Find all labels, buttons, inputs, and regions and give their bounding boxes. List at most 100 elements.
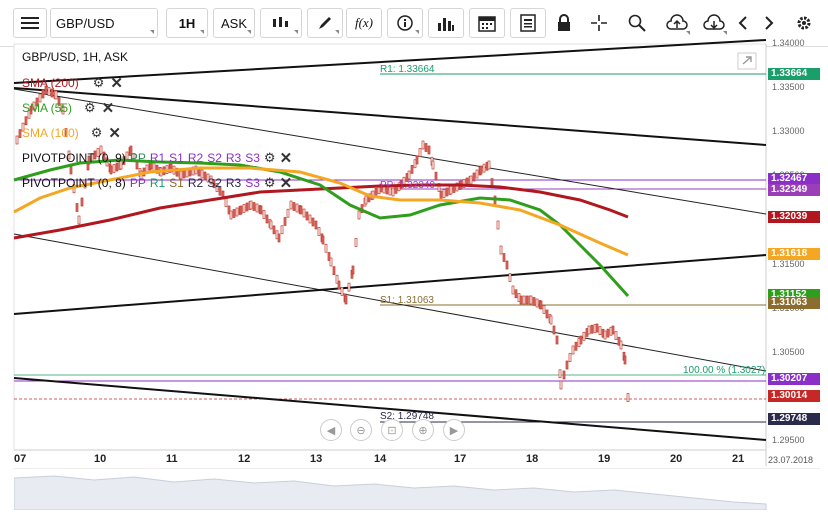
candle [337, 280, 341, 290]
candle [590, 324, 594, 334]
gear-icon[interactable]: ⚙ [91, 125, 103, 141]
candle [292, 202, 296, 211]
candle [232, 209, 236, 218]
candle [522, 295, 526, 305]
close-icon[interactable]: ✕ [110, 74, 123, 92]
zoom-out-button[interactable]: ⊖ [350, 419, 372, 441]
candle [469, 175, 473, 185]
candle [559, 380, 563, 390]
candle [277, 233, 281, 243]
price-tag: 1.32349 [768, 183, 820, 196]
x-tick-label: 21 [732, 453, 745, 465]
indicator-label: PIVOTPOINT (0, 8) [22, 176, 126, 190]
candle [418, 148, 422, 157]
gear-icon[interactable]: ⚙ [264, 150, 276, 166]
candle [598, 326, 602, 335]
candle [431, 160, 435, 170]
chevron-right-icon: ▶ [449, 424, 459, 437]
candle [69, 165, 73, 175]
timeline-navigator[interactable] [14, 468, 820, 510]
candle [329, 257, 333, 267]
pivot-part: R3 [225, 176, 242, 190]
expand-chart-icon[interactable] [737, 52, 757, 70]
candle [496, 220, 500, 230]
candle [439, 190, 443, 200]
candle [324, 243, 328, 253]
candle [619, 340, 623, 350]
indicator-label: SMA (100) [22, 126, 79, 140]
indicator-row-sma-200: SMA (200) ⚙ ✕ [22, 74, 123, 92]
candle [321, 235, 325, 245]
candle [606, 328, 610, 338]
gear-icon[interactable]: ⚙ [264, 175, 276, 191]
candle [354, 238, 358, 247]
candle [289, 200, 293, 210]
pivot-part: S2 [207, 176, 222, 190]
chart-frame [13, 43, 767, 451]
candle [555, 335, 559, 345]
y-tick-label: 1.29500 [772, 435, 805, 445]
price-tag: 1.31618 [768, 248, 820, 261]
candle [75, 203, 79, 212]
indicator-row-sma-100: SMA (100) ⚙ ✕ [22, 124, 121, 142]
candle [565, 360, 569, 370]
candle [259, 205, 263, 215]
candle [603, 330, 607, 340]
candle [427, 145, 431, 155]
x-tick-label: 14 [374, 453, 387, 465]
x-tick-label: 20 [670, 453, 683, 465]
candle [579, 335, 583, 345]
pivot-part: R3 [225, 151, 242, 165]
reset-icon: ⊡ [387, 424, 397, 437]
candle [535, 298, 539, 308]
close-icon[interactable]: ✕ [108, 124, 121, 142]
candle [340, 287, 344, 296]
candle [449, 185, 453, 195]
gear-icon[interactable]: ⚙ [84, 100, 96, 116]
indicator-row-pivot-8: PIVOTPOINT (0, 8) PP R1 S1 R2 S2 R3 S3 ⚙… [22, 174, 292, 192]
candle [262, 210, 266, 219]
candle [582, 331, 586, 341]
pivot-part: PP [129, 176, 146, 190]
candle [242, 204, 246, 213]
reset-zoom-button[interactable]: ⊡ [381, 419, 403, 441]
pan-left-button[interactable]: ◀ [320, 419, 342, 441]
close-icon[interactable]: ✕ [280, 149, 293, 167]
candle [614, 331, 618, 340]
candle [487, 160, 491, 170]
candle [502, 253, 506, 262]
pivot-part: S1 [169, 151, 184, 165]
price-tag: 1.29748 [768, 413, 820, 426]
price-tag: 1.32039 [768, 211, 820, 223]
candle [472, 172, 476, 182]
price-tag: 1.30207 [768, 372, 820, 385]
indicator-row-pivot-9: PIVOTPOINT (0, 9) PP R1 S1 R2 S2 R3 S3 ⚙… [22, 149, 292, 167]
close-icon[interactable]: ✕ [102, 99, 115, 117]
x-tick-label: 07 [14, 453, 27, 465]
navigator-area [14, 475, 767, 510]
date-label: 23.07.2018 [768, 455, 814, 465]
candle [545, 309, 549, 319]
candle [571, 345, 575, 355]
x-tick-label: 19 [598, 453, 611, 465]
candle [80, 197, 84, 207]
candle [286, 208, 290, 218]
pivot-part: S2 [207, 151, 222, 165]
zoom-in-button[interactable]: ⊕ [412, 419, 434, 441]
gear-icon[interactable]: ⚙ [93, 75, 105, 91]
candle [364, 195, 368, 205]
candle [272, 225, 276, 235]
candle [305, 211, 309, 221]
y-tick-label: 1.33500 [772, 82, 805, 93]
candle [424, 143, 428, 152]
candle [415, 155, 419, 165]
candle [311, 217, 315, 227]
close-icon[interactable]: ✕ [280, 174, 293, 192]
indicator-label: SMA (200) [22, 76, 79, 90]
candle [434, 171, 438, 181]
candle [239, 205, 243, 215]
pan-right-button[interactable]: ▶ [443, 419, 465, 441]
zoom-out-icon: ⊖ [356, 424, 366, 437]
candle [421, 140, 425, 150]
candle [77, 215, 81, 225]
